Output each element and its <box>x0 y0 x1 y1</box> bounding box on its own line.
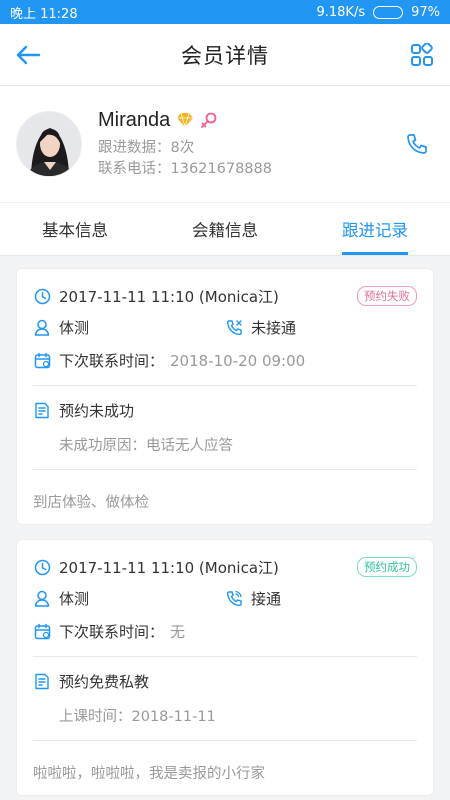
record-datetime: 2017-11-11 11:10 (Monica江) <box>59 558 279 577</box>
missed-call-icon <box>225 319 243 337</box>
member-name: Miranda <box>98 108 171 131</box>
menu-grid-button[interactable] <box>406 39 438 71</box>
record-note: 到店体验、做体检 <box>33 494 149 511</box>
call-button[interactable] <box>400 127 434 161</box>
appointment-result: 预约未成功 <box>59 402 135 420</box>
record-type: 体测 <box>59 590 90 608</box>
followup-list: 2017-11-11 11:10 (Monica江) 预约失败 体测 未接通 下… <box>0 256 450 796</box>
appointment-result: 预约免费私教 <box>59 673 150 691</box>
next-contact-row: 下次联系时间： 2018-10-20 09:00 <box>33 344 417 377</box>
appointment-detail: 未成功原因：电话无人应答 <box>59 437 233 454</box>
tab-bar: 基本信息 会籍信息 跟进记录 <box>0 202 450 256</box>
followup-card[interactable]: 2017-11-11 11:10 (Monica江) 预约成功 体测 接通 下次… <box>16 539 434 796</box>
clock-icon <box>33 558 51 576</box>
call-status: 接通 <box>251 590 282 608</box>
phone-icon <box>407 134 427 154</box>
next-contact-value: 无 <box>170 623 186 641</box>
person-icon <box>33 590 51 608</box>
next-contact-row: 下次联系时间： 无 <box>33 615 417 648</box>
name-row: Miranda <box>98 109 392 132</box>
back-arrow-icon <box>16 45 41 64</box>
vip-diamond-icon <box>177 112 194 128</box>
status-right: 9.18K/s 97% <box>316 5 440 20</box>
record-datetime: 2017-11-11 11:10 (Monica江) <box>59 287 279 306</box>
call-connected-icon <box>225 590 243 608</box>
battery-percent: 97% <box>411 4 440 20</box>
member-profile: Miranda 跟进数据：8次 联系电话：13621678888 <box>0 86 450 202</box>
battery-icon <box>373 5 404 19</box>
appointment-detail: 上课时间：2018-11-11 <box>59 708 216 725</box>
status-badge: 预约失败 <box>357 286 417 306</box>
network-speed: 9.18K/s <box>316 4 366 20</box>
clock-icon <box>33 287 51 305</box>
divider <box>33 656 417 657</box>
calendar-icon <box>33 352 51 370</box>
calendar-icon <box>33 623 51 641</box>
appointment-row: 预约免费私教 <box>33 665 417 698</box>
status-badge: 预约成功 <box>357 557 417 577</box>
grid-icon <box>411 42 433 66</box>
document-icon <box>33 673 51 691</box>
record-type: 体测 <box>59 319 90 337</box>
next-contact-label: 下次联系时间： <box>59 623 165 641</box>
call-status: 未接通 <box>251 319 297 337</box>
record-type-row: 体测 接通 <box>33 582 417 615</box>
appointment-row: 预约未成功 <box>33 394 417 427</box>
tab-followup-records[interactable]: 跟进记录 <box>300 203 450 255</box>
nav-bar: 会员详情 <box>0 24 450 86</box>
divider <box>33 385 417 386</box>
person-icon <box>33 319 51 337</box>
followup-card[interactable]: 2017-11-11 11:10 (Monica江) 预约失败 体测 未接通 下… <box>16 268 434 525</box>
avatar <box>16 111 82 177</box>
record-type-row: 体测 未接通 <box>33 311 417 344</box>
tab-membership-info[interactable]: 会籍信息 <box>150 203 300 255</box>
tab-basic-info[interactable]: 基本信息 <box>0 203 150 255</box>
contact-phone: 联系电话：13621678888 <box>98 160 272 177</box>
divider <box>33 469 417 470</box>
female-icon <box>201 112 217 128</box>
record-header: 2017-11-11 11:10 (Monica江) 预约失败 <box>33 281 417 311</box>
next-contact-label: 下次联系时间： <box>59 352 165 370</box>
next-contact-value: 2018-10-20 09:00 <box>170 351 306 370</box>
back-button[interactable] <box>12 39 44 71</box>
divider <box>33 740 417 741</box>
page-title: 会员详情 <box>181 43 269 68</box>
status-time: 晚上 11:28 <box>10 6 78 22</box>
member-info: Miranda 跟进数据：8次 联系电话：13621678888 <box>98 109 392 180</box>
record-header: 2017-11-11 11:10 (Monica江) 预约成功 <box>33 552 417 582</box>
document-icon <box>33 402 51 420</box>
status-bar: 晚上 11:28 9.18K/s 97% <box>0 0 450 24</box>
record-note: 啦啦啦，啦啦啦，我是卖报的小行家 <box>33 765 265 782</box>
followup-count: 跟进数据：8次 <box>98 139 195 156</box>
